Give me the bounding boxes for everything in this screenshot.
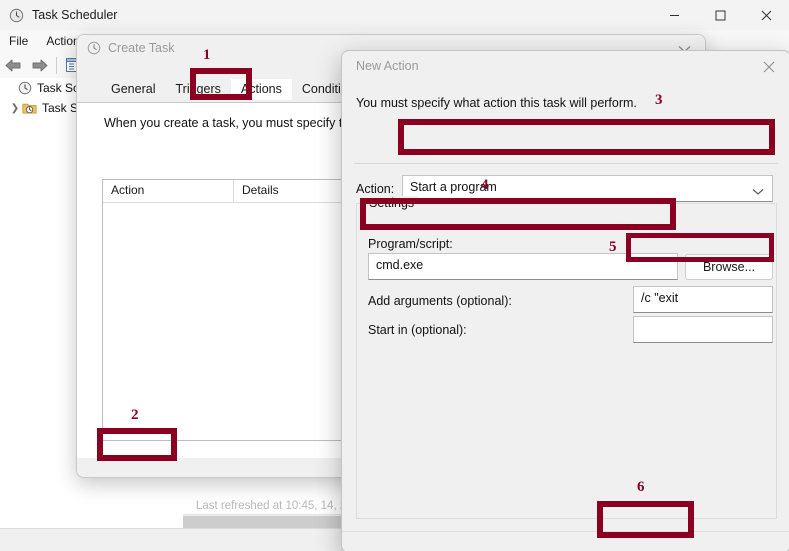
new-action-description: You must specify what action this task w… <box>356 96 637 110</box>
create-task-description: When you create a task, you must specify… <box>104 116 357 130</box>
folder-clock-icon <box>22 101 37 115</box>
create-task-title: Create Task <box>108 41 175 55</box>
close-icon[interactable] <box>758 58 780 76</box>
add-arguments-value: /c "exit <box>641 291 679 305</box>
tab-general[interactable]: General <box>101 79 166 100</box>
annotation-number-4: 4 <box>481 177 489 193</box>
add-arguments-label: Add arguments (optional): <box>368 294 512 308</box>
clock-icon <box>9 8 24 23</box>
action-label: Action: <box>356 182 395 196</box>
tab-triggers[interactable]: Triggers <box>165 79 231 100</box>
new-action-footer <box>342 532 789 551</box>
browse-button[interactable]: Browse... <box>685 254 773 280</box>
annotation-number-1: 1 <box>203 47 211 63</box>
chevron-right-icon[interactable]: ❯ <box>8 103 22 114</box>
program-script-label: Program/script: <box>368 237 453 251</box>
annotation-number-5: 5 <box>609 239 617 255</box>
settings-group-title: Settings <box>366 196 418 210</box>
main-window-title: Task Scheduler <box>32 8 118 22</box>
divider <box>354 163 778 164</box>
minimize-icon[interactable] <box>651 0 697 30</box>
start-in-label: Start in (optional): <box>368 323 467 337</box>
forward-arrow-icon[interactable] <box>26 53 52 77</box>
maximize-icon[interactable] <box>697 0 743 30</box>
clock-icon <box>18 81 32 95</box>
program-script-value: cmd.exe <box>376 258 424 272</box>
program-script-input[interactable]: cmd.exe <box>368 253 678 280</box>
action-dropdown[interactable]: Start a program <box>402 175 773 202</box>
toolbar-separator <box>56 56 57 74</box>
new-action-title: New Action <box>356 59 419 73</box>
annotation-number-6: 6 <box>637 479 645 495</box>
window-controls <box>651 0 789 30</box>
group-border-left <box>356 203 364 204</box>
main-titlebar: Task Scheduler <box>0 0 789 30</box>
scrollbar-thumb[interactable] <box>183 516 365 528</box>
start-in-input[interactable] <box>633 316 773 343</box>
new-action-dialog: New Action You must specify what action … <box>341 50 789 551</box>
group-border-right <box>418 203 775 204</box>
annotation-number-2: 2 <box>131 407 139 423</box>
tab-actions[interactable]: Actions <box>230 79 292 100</box>
clock-icon <box>87 41 101 55</box>
annotation-number-3: 3 <box>655 92 663 108</box>
column-header-action[interactable]: Action <box>103 180 234 202</box>
new-action-titlebar: New Action <box>342 51 789 81</box>
close-icon[interactable] <box>743 0 789 30</box>
back-arrow-icon[interactable] <box>0 53 26 77</box>
add-arguments-input[interactable]: /c "exit <box>633 286 773 313</box>
menu-file[interactable]: File <box>0 30 37 52</box>
chevron-down-icon[interactable] <box>752 183 764 201</box>
